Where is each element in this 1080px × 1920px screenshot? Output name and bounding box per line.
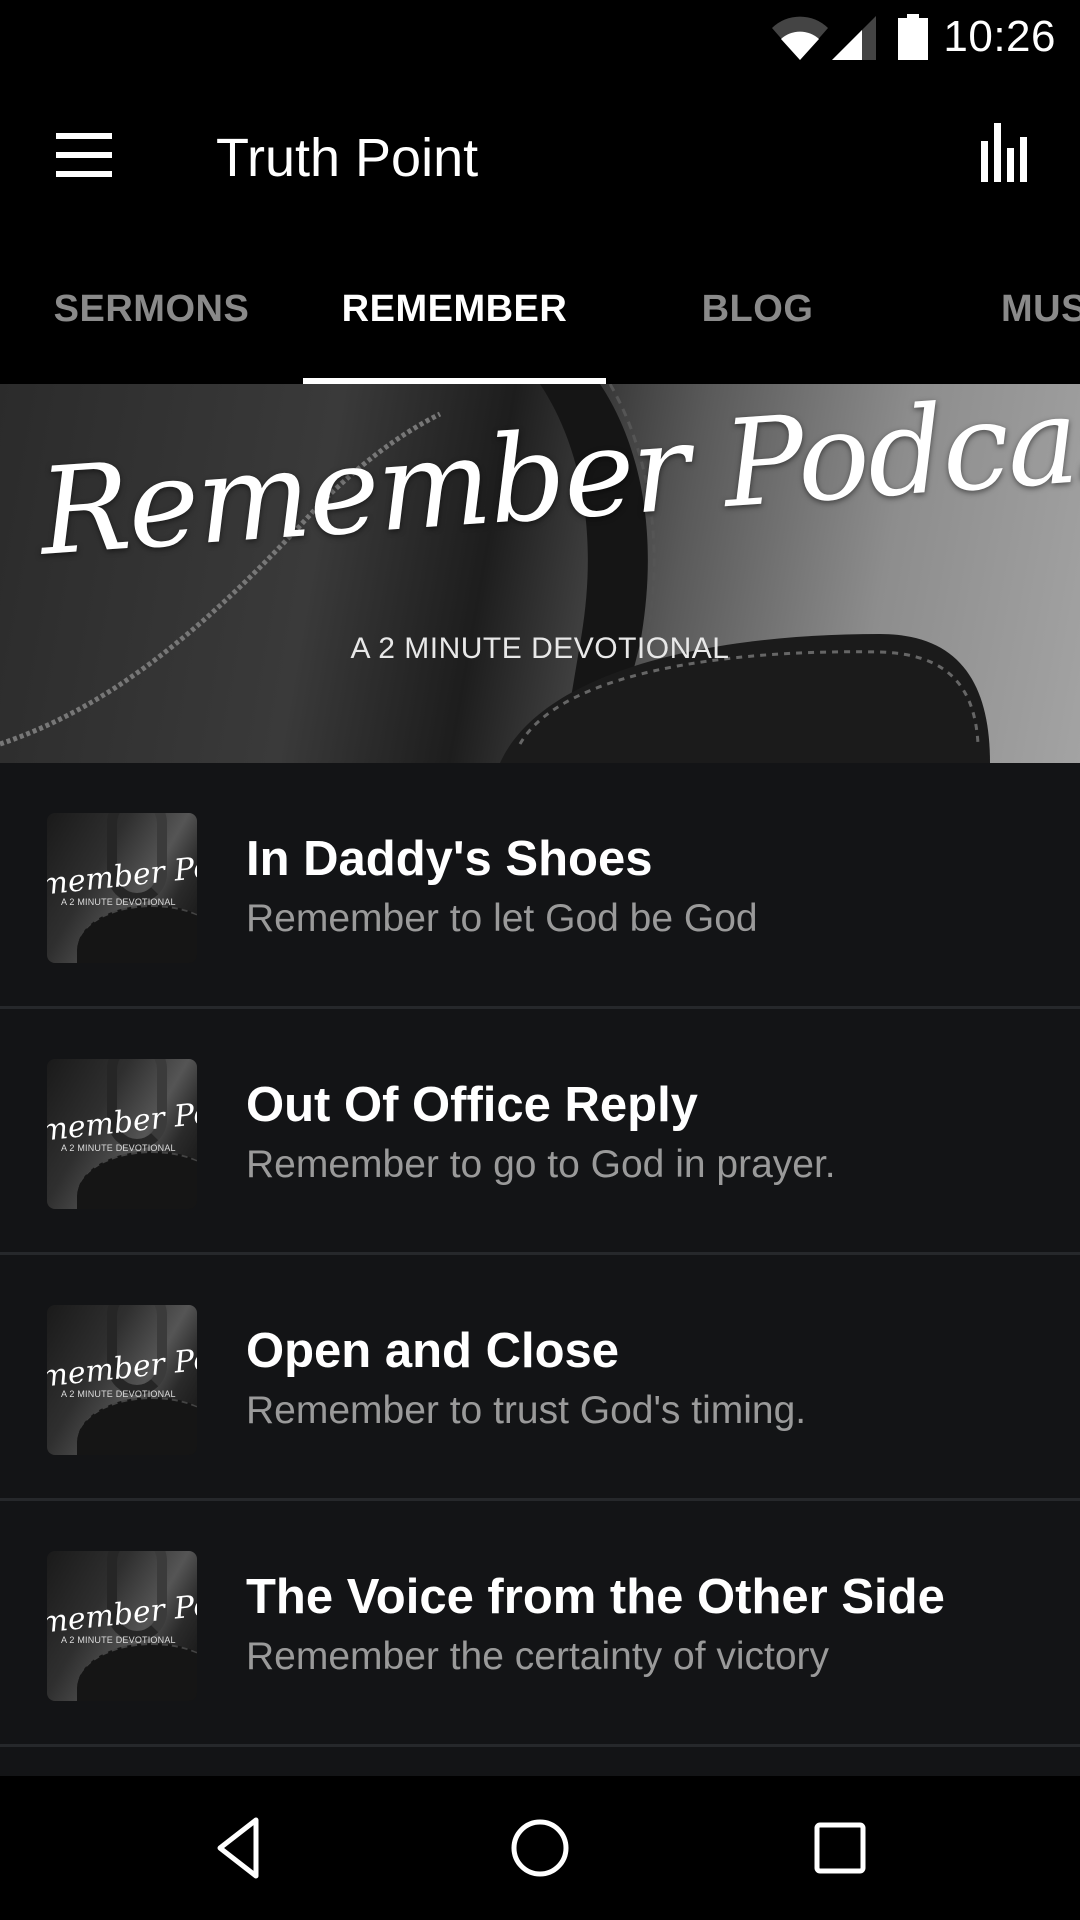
episode-list: member Podc A 2 MINUTE DEVOTIONAL In Dad…	[0, 763, 1080, 1776]
episode-subtitle: Remember the certainty of victory	[246, 1635, 830, 1678]
tab-sermons[interactable]: SERMONS	[0, 235, 303, 384]
episode-thumbnail: member Podc A 2 MINUTE DEVOTIONAL	[47, 1551, 197, 1701]
recents-button[interactable]	[780, 1798, 900, 1898]
equalizer-icon[interactable]	[970, 115, 1046, 195]
back-icon	[217, 1817, 259, 1879]
system-nav-bar	[0, 1776, 1080, 1920]
list-item[interactable]: member Podc A 2 MINUTE DEVOTIONAL Open a…	[0, 1255, 1080, 1501]
battery-icon	[898, 14, 928, 60]
hamburger-menu-icon[interactable]	[40, 115, 128, 195]
episode-thumbnail: member Podc A 2 MINUTE DEVOTIONAL	[47, 1305, 197, 1455]
episode-title: In Daddy's Shoes	[246, 832, 653, 886]
back-button[interactable]	[180, 1798, 300, 1898]
cell-signal-icon	[832, 16, 876, 60]
home-button[interactable]	[480, 1798, 600, 1898]
tab-bar: SERMONS REMEMBER BLOG MUS	[0, 235, 1080, 384]
tab-blog[interactable]: BLOG	[606, 235, 909, 384]
episode-thumbnail: member Podc A 2 MINUTE DEVOTIONAL	[47, 1059, 197, 1209]
banner-subtitle: A 2 MINUTE DEVOTIONAL	[350, 632, 730, 665]
list-item[interactable]: member Podc A 2 MINUTE DEVOTIONAL The Vo…	[0, 1501, 1080, 1747]
episode-subtitle: Remember to trust God's timing.	[246, 1389, 807, 1432]
wifi-icon	[772, 16, 828, 60]
episode-subtitle: Remember to go to God in prayer.	[246, 1143, 836, 1186]
episode-subtitle: Remember to let God be God	[246, 897, 758, 940]
list-item[interactable]: member Podc A 2 MINUTE DEVOTIONAL In Dad…	[0, 763, 1080, 1009]
list-item[interactable]: member Podc A 2 MINUTE DEVOTIONAL Out Of…	[0, 1009, 1080, 1255]
episode-title: Out Of Office Reply	[246, 1078, 698, 1132]
divider	[0, 1744, 1080, 1747]
status-time: 10:26	[943, 12, 1056, 61]
app-title: Truth Point	[216, 128, 479, 188]
tab-music[interactable]: MUS	[909, 235, 1080, 384]
episode-title: The Voice from the Other Side	[246, 1570, 945, 1624]
home-icon	[511, 1819, 569, 1877]
podcast-banner[interactable]: Remember Podcast A 2 MINUTE DEVOTIONAL	[0, 384, 1080, 763]
status-bar: 10:26	[0, 0, 1080, 75]
recents-icon	[814, 1822, 866, 1874]
app-bar: Truth Point	[0, 75, 1080, 235]
episode-thumbnail: member Podc A 2 MINUTE DEVOTIONAL	[47, 813, 197, 963]
tab-remember[interactable]: REMEMBER	[303, 235, 606, 384]
episode-title: Open and Close	[246, 1324, 620, 1378]
